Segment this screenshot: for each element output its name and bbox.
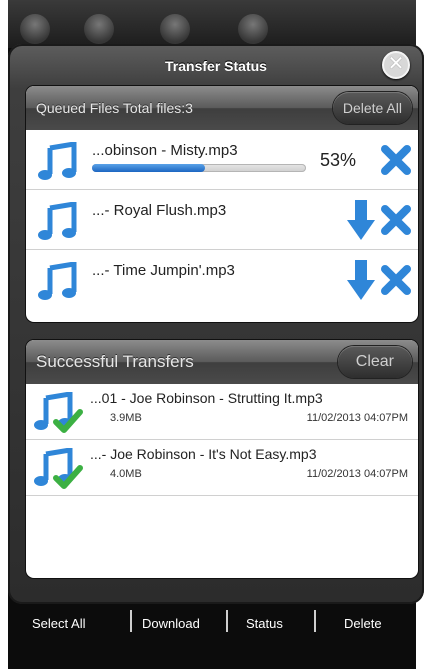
delete-button[interactable]: Delete [344, 616, 382, 631]
file-name: ...- Time Jumpin'.mp3 [92, 262, 235, 279]
divider [130, 610, 132, 632]
music-note-check-icon [34, 392, 83, 433]
download-arrow-icon [347, 200, 375, 240]
transfer-date: 11/02/2013 04:07PM [306, 412, 408, 424]
file-name: ...- Joe Robinson - It's Not Easy.mp3 [90, 446, 317, 462]
queued-files-header: Queued Files Total files:3 Delete All [26, 86, 418, 130]
file-name: ...obinson - Misty.mp3 [92, 142, 238, 159]
cancel-x-icon[interactable] [380, 144, 412, 176]
download-arrow-icon [347, 260, 375, 300]
cancel-x-icon[interactable] [380, 204, 412, 236]
successful-transfers-panel: Successful Transfers Clear ...01 - Joe R… [26, 340, 418, 578]
clear-button[interactable]: Clear [337, 346, 412, 378]
divider [314, 610, 316, 632]
file-name: ...01 - Joe Robinson - Strutting It.mp3 [90, 390, 323, 406]
successful-transfers-header: Successful Transfers Clear [26, 340, 418, 384]
music-note-icon [38, 202, 77, 240]
delete-all-button[interactable]: Delete All [332, 92, 412, 124]
queued-file-row[interactable]: ...obinson - Misty.mp3 53% [26, 130, 418, 190]
progress-percent: 53% [320, 150, 357, 170]
music-note-icon [38, 262, 77, 300]
transfer-row[interactable]: ...- Joe Robinson - It's Not Easy.mp3 4.… [26, 440, 418, 496]
divider [226, 610, 228, 632]
select-all-button[interactable]: Select All [32, 616, 85, 631]
file-size: 4.0MB [110, 468, 142, 480]
cancel-x-icon[interactable] [380, 264, 412, 296]
file-name: ...- Royal Flush.mp3 [92, 202, 227, 219]
queued-file-row[interactable]: ...- Time Jumpin'.mp3 [26, 250, 418, 310]
transfer-date: 11/02/2013 04:07PM [306, 468, 408, 480]
file-size: 3.9MB [110, 412, 142, 424]
toolbar-button[interactable] [84, 14, 114, 44]
toolbar-button[interactable] [238, 14, 268, 44]
music-note-icon [38, 142, 77, 180]
progress-fill [92, 164, 206, 172]
transfer-progress-bar [92, 164, 306, 172]
transfer-row[interactable]: ...01 - Joe Robinson - Strutting It.mp3 … [26, 384, 418, 440]
download-button[interactable]: Download [142, 616, 200, 631]
successful-transfers-title: Successful Transfers [36, 352, 194, 371]
queued-file-row[interactable]: ...- Royal Flush.mp3 [26, 190, 418, 250]
music-note-check-icon [34, 448, 83, 489]
toolbar-button[interactable] [20, 14, 50, 44]
status-button[interactable]: Status [246, 616, 283, 631]
dialog-title: Transfer Status [165, 58, 267, 74]
close-icon: ✕ [387, 53, 405, 75]
bottom-toolbar: Select All Download Status Delete [8, 600, 416, 669]
queued-files-title: Queued Files Total files:3 [36, 100, 193, 116]
queued-files-panel: Queued Files Total files:3 Delete All ..… [26, 86, 418, 322]
transfer-status-dialog: Transfer Status ✕ Queued Files Total fil… [8, 44, 424, 604]
toolbar-button[interactable] [160, 14, 190, 44]
close-button[interactable]: ✕ [382, 51, 410, 79]
app-toolbar [8, 0, 416, 48]
